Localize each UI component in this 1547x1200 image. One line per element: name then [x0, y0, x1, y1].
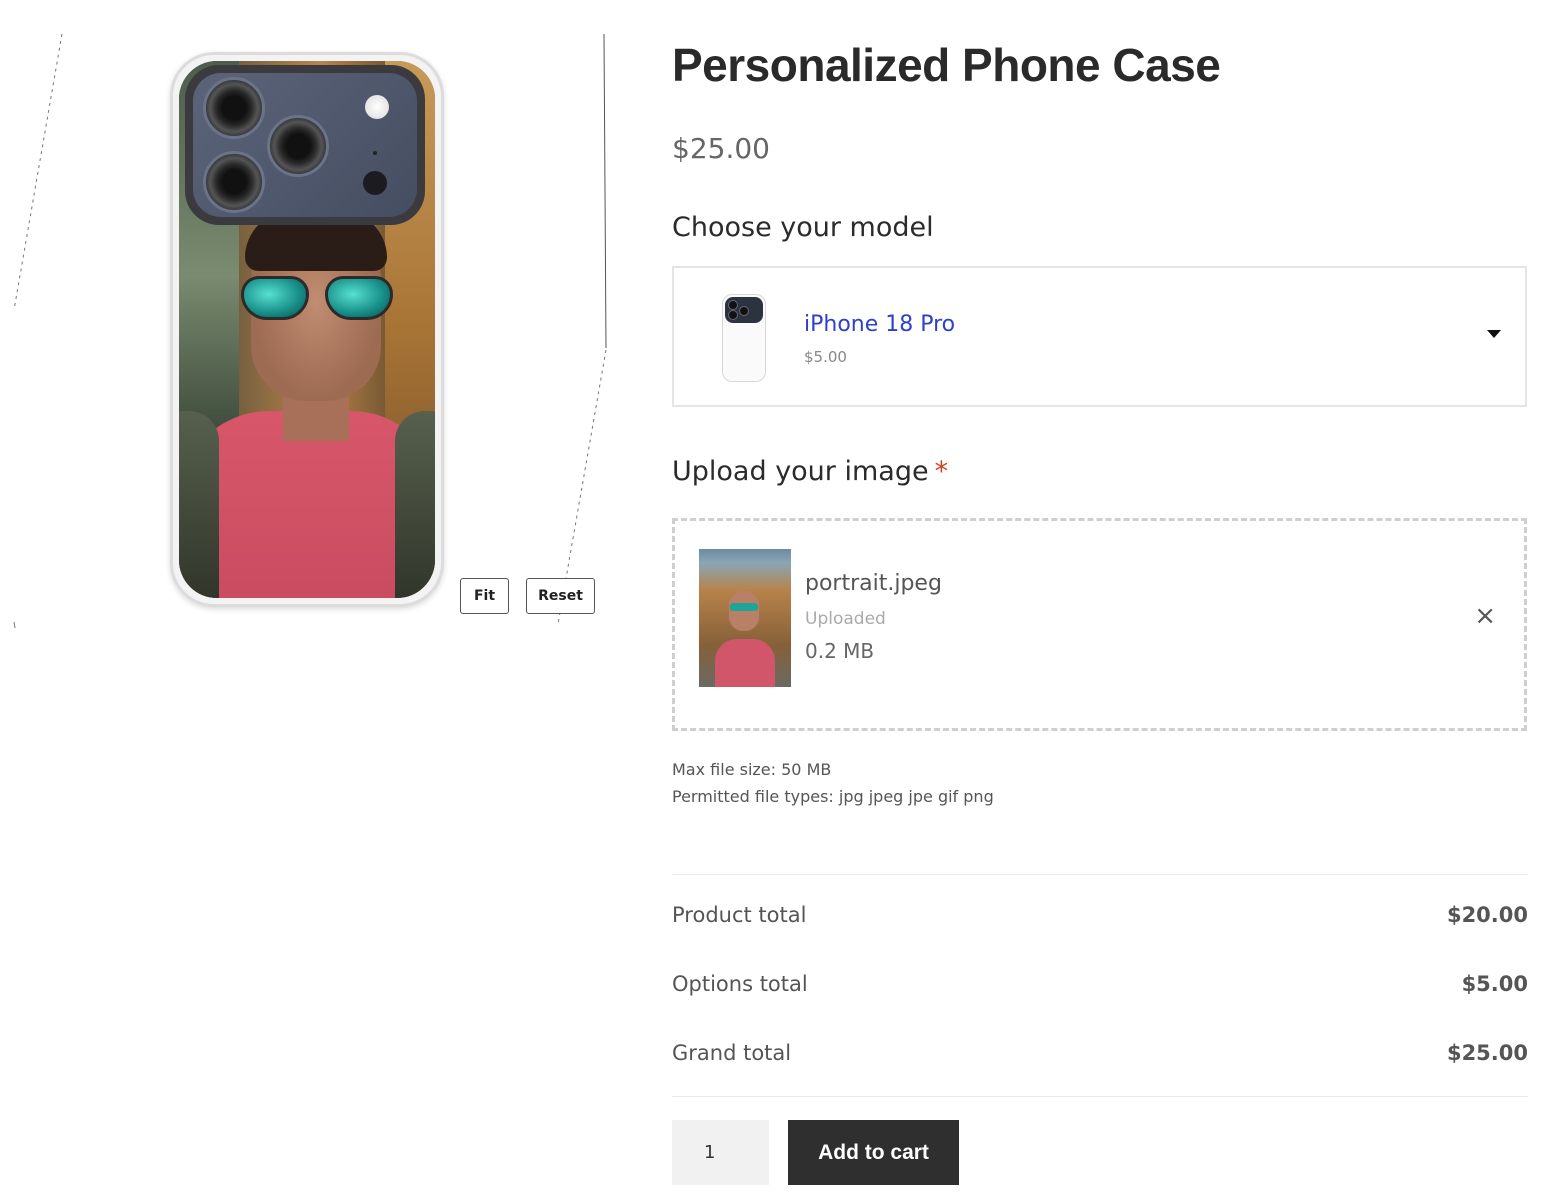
add-to-cart-button[interactable]: Add to cart: [788, 1120, 959, 1185]
uploaded-file-thumbnail: [699, 549, 791, 687]
grand-total-row: Grand total $25.00: [672, 1041, 1528, 1071]
thumb-face: [729, 591, 759, 631]
flash-icon: [365, 95, 389, 119]
camera-lens-icon: [203, 151, 265, 213]
lidar-sensor-icon: [363, 171, 387, 195]
caret-down-icon[interactable]: [1487, 330, 1501, 338]
camera-lens-icon: [267, 115, 329, 177]
upload-label-text: Upload your image: [672, 456, 929, 487]
product-total-row: Product total $20.00: [672, 903, 1528, 933]
image-sunglasses: [241, 276, 393, 320]
image-backpack-strap-right: [395, 411, 435, 598]
reset-button[interactable]: Reset: [526, 578, 595, 614]
product-total-label: Product total: [672, 903, 807, 927]
selected-model-price: $5.00: [804, 348, 847, 366]
mic-dot: [373, 151, 377, 155]
selected-model-name: iPhone 18 Pro: [804, 312, 956, 337]
upload-status: Uploaded: [805, 609, 886, 629]
mini-lens: [728, 310, 738, 320]
sunglass-lens-right: [325, 276, 393, 320]
quantity-input[interactable]: [672, 1120, 769, 1185]
mini-lens: [739, 306, 749, 316]
camera-cutout: [185, 65, 425, 225]
product-total-value: $20.00: [1446, 903, 1528, 927]
options-total-row: Options total $5.00: [672, 972, 1528, 1002]
options-total-value: $5.00: [1461, 972, 1528, 996]
options-total-label: Options total: [672, 972, 808, 996]
permitted-types-note: Permitted file types: jpg jpeg jpe gif p…: [672, 787, 994, 806]
uploaded-file-name: portrait.jpeg: [805, 571, 942, 596]
close-icon[interactable]: ×: [1474, 603, 1496, 629]
sunglass-lens-left: [241, 276, 309, 320]
fit-button[interactable]: Fit: [460, 578, 509, 614]
divider: [672, 1096, 1528, 1097]
divider: [672, 874, 1528, 875]
model-dropdown[interactable]: iPhone 18 Pro $5.00: [672, 266, 1527, 407]
mini-lens: [728, 300, 738, 310]
thumb-sunglasses: [730, 603, 758, 611]
phone-case-mockup[interactable]: [170, 52, 444, 607]
phone-model-icon: [722, 294, 766, 382]
camera-lens-icon: [203, 77, 265, 139]
product-title: Personalized Phone Case: [672, 39, 1221, 91]
upload-dropzone[interactable]: portrait.jpeg Uploaded 0.2 MB ×: [672, 518, 1527, 731]
required-asterisk: *: [934, 456, 949, 487]
grand-total-value: $25.00: [1446, 1041, 1528, 1065]
mini-camera: [725, 297, 763, 323]
uploaded-file-size: 0.2 MB: [805, 639, 875, 663]
max-file-size-note: Max file size: 50 MB: [672, 760, 832, 779]
model-section-label: Choose your model: [672, 212, 934, 243]
upload-section-label: Upload your image *: [672, 456, 948, 487]
thumb-shirt: [715, 639, 775, 687]
product-price: $25.00: [672, 132, 770, 165]
grand-total-label: Grand total: [672, 1041, 792, 1065]
image-backpack-strap-left: [179, 411, 219, 598]
case-preview: Fit Reset: [0, 0, 640, 660]
camera-plate: [193, 73, 417, 217]
